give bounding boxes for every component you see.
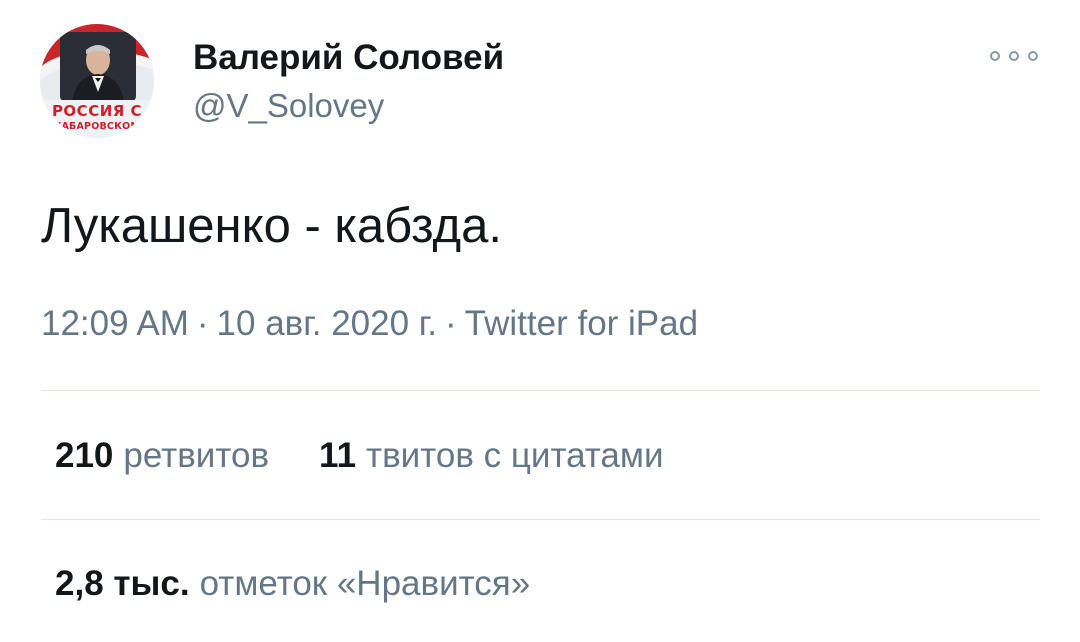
author-handle[interactable]: @V_Solovey bbox=[193, 86, 384, 126]
likes-stat[interactable]: 2,8 тыс. отметок «Нравится» bbox=[55, 562, 530, 606]
likes-label: отметок «Нравится» bbox=[199, 564, 531, 603]
more-options-icon bbox=[990, 51, 1000, 61]
more-options-icon-dot bbox=[1009, 51, 1019, 61]
quotes-count: 11 bbox=[319, 436, 357, 475]
engagement-stats: 210 ретвитов 11 твитов с цитатами bbox=[55, 434, 664, 478]
tweet-date[interactable]: 10 авг. 2020 г. bbox=[217, 304, 437, 343]
divider bbox=[41, 519, 1040, 520]
avatar-caption-bottom: ХАБАРОВСКОМ bbox=[53, 121, 141, 132]
quotes-label: твитов с цитатами bbox=[366, 436, 664, 475]
tweet-source[interactable]: Twitter for iPad bbox=[465, 304, 698, 343]
likes-count: 2,8 тыс. bbox=[55, 564, 190, 603]
author-display-name[interactable]: Валерий Соловей bbox=[193, 37, 504, 79]
meta-separator: · bbox=[196, 304, 209, 343]
tweet-time[interactable]: 12:09 AM bbox=[41, 304, 189, 343]
retweets-count: 210 bbox=[55, 436, 114, 475]
divider bbox=[41, 390, 1040, 391]
tweet-text: Лукашенко - кабзда. bbox=[41, 199, 502, 253]
more-options-icon-dot bbox=[1028, 51, 1038, 61]
avatar-caption-top: РОССИЯ С bbox=[51, 102, 143, 120]
retweets-label: ретвитов bbox=[123, 436, 270, 475]
tweet-metadata: 12:09 AM · 10 авг. 2020 г. · Twitter for iPa… bbox=[41, 302, 698, 346]
meta-separator: · bbox=[445, 304, 457, 343]
tweet-detail: РОССИЯ С ХАБАРОВСКОМ Валерий Соловей @V_… bbox=[0, 0, 1080, 642]
retweets-stat[interactable]: 210 ретвитов bbox=[55, 434, 269, 478]
avatar[interactable]: РОССИЯ С ХАБАРОВСКОМ bbox=[40, 24, 154, 138]
more-options-button[interactable] bbox=[990, 46, 1038, 66]
quote-tweets-stat[interactable]: 11 твитов с цитатами bbox=[319, 434, 663, 478]
